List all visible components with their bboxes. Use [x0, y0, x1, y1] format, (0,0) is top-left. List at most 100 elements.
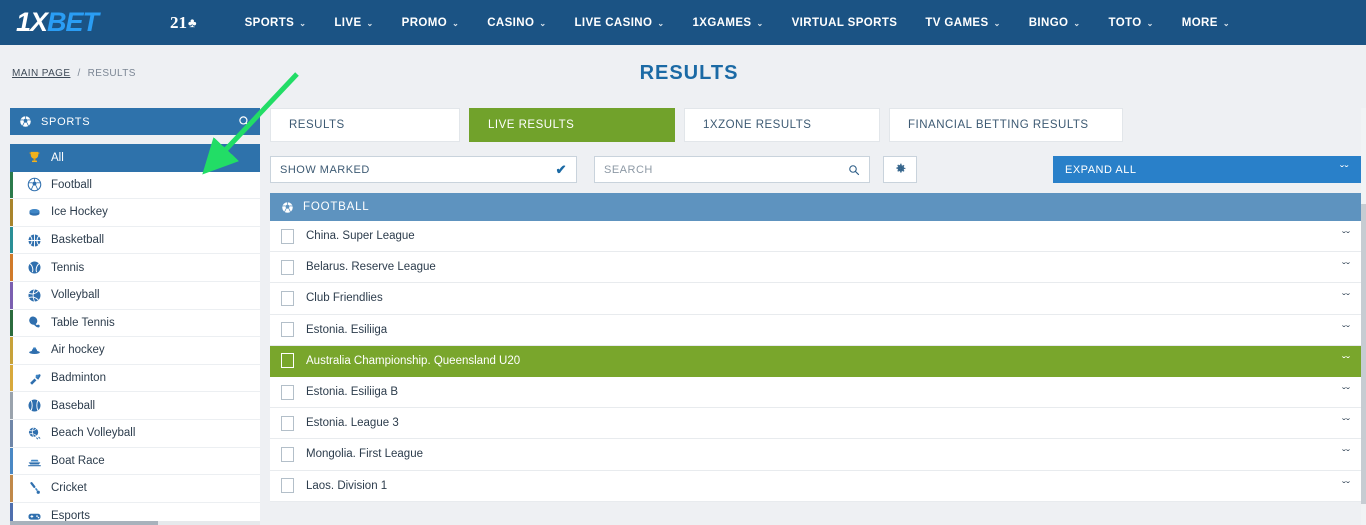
sidebar-item-air-hockey[interactable]: Air hockey	[10, 337, 260, 365]
filter-toolbar: SHOW MARKED ✔ SEARCH EXPAND ALL ˇˇ	[270, 156, 1361, 183]
nav-item-promo[interactable]: PROMO ⌄	[388, 17, 474, 29]
brand-logo[interactable]: 1XBET	[16, 9, 99, 36]
league-row[interactable]: Estonia. Esiliiga B ˇˇ	[270, 376, 1361, 409]
nav-item-tv-games[interactable]: TV GAMES ⌄	[911, 17, 1014, 29]
chevron-double-down-icon[interactable]: ˇˇ	[1342, 323, 1350, 337]
sidebar-item-volleyball[interactable]: Volleyball	[10, 281, 260, 310]
nav-item-virtual-sports[interactable]: VIRTUAL SPORTS	[778, 17, 912, 29]
sidebar-item-football[interactable]: Football	[10, 171, 260, 200]
nav-item-live[interactable]: LIVE ⌄	[320, 17, 387, 29]
league-checkbox[interactable]	[281, 290, 294, 306]
league-row[interactable]: China. Super League ˇˇ	[270, 221, 1361, 253]
sidebar-item-ice-hockey[interactable]: Ice Hockey	[10, 199, 260, 227]
nav-item-casino[interactable]: CASINO ⌄	[473, 17, 560, 29]
breadcrumb-main-page-link[interactable]: MAIN PAGE	[12, 68, 70, 79]
league-checkbox[interactable]	[281, 322, 294, 338]
sidebar-item-color-strip	[10, 199, 13, 226]
nav-item-more[interactable]: MORE ⌄	[1168, 17, 1244, 29]
sidebar-scroll-thumb[interactable]	[10, 521, 158, 525]
nav-item-live-casino[interactable]: LIVE CASINO ⌄	[560, 17, 678, 29]
league-checkbox[interactable]	[281, 446, 294, 462]
sidebar-item-table-tennis[interactable]: Table Tennis	[10, 309, 260, 338]
category-header-football[interactable]: FOOTBALL	[270, 193, 1361, 221]
sidebar-item-tennis[interactable]: Tennis	[10, 254, 260, 282]
sidebar-item-basketball[interactable]: Basketball	[10, 226, 260, 255]
sidebar-horizontal-scrollbar[interactable]	[10, 521, 260, 525]
league-row[interactable]: Laos. Division 1 ˇˇ	[270, 470, 1361, 502]
tab-results[interactable]: RESULTS	[270, 108, 460, 142]
league-checkbox[interactable]	[281, 478, 294, 494]
search-icon[interactable]	[848, 164, 860, 176]
tab-label: 1XZONE RESULTS	[703, 119, 812, 131]
league-label: Estonia. League 3	[306, 417, 399, 430]
tab-1xzone-results[interactable]: 1XZONE RESULTS	[684, 108, 880, 142]
boat-race-icon	[24, 453, 44, 468]
expand-all-button[interactable]: EXPAND ALL ˇˇ	[1053, 156, 1361, 183]
league-list: China. Super League ˇˇ Belarus. Reserve Le…	[270, 221, 1361, 502]
chevron-double-down-icon[interactable]: ˇˇ	[1342, 479, 1350, 493]
nav-item-bingo[interactable]: BINGO ⌄	[1015, 17, 1095, 29]
league-row[interactable]: Mongolia. First League ˇˇ	[270, 439, 1361, 471]
sidebar-item-cricket[interactable]: Cricket	[10, 475, 260, 503]
chevron-double-down-icon[interactable]: ˇˇ	[1342, 385, 1350, 399]
tab-live-results[interactable]: LIVE RESULTS	[469, 108, 675, 142]
search-icon[interactable]	[238, 115, 251, 128]
league-row[interactable]: Australia Championship. Queensland U20 ˇˇ	[270, 345, 1361, 377]
sidebar-item-color-strip	[10, 226, 13, 254]
tab-label: LIVE RESULTS	[488, 119, 575, 131]
nav-item-label: BINGO	[1028, 16, 1069, 29]
chevron-double-down-icon[interactable]: ˇˇ	[1342, 416, 1350, 430]
sidebar-item-beach-volleyball[interactable]: Beach Volleyball	[10, 419, 260, 448]
league-checkbox[interactable]	[281, 415, 294, 431]
nav-item-label: TV GAMES	[925, 16, 989, 29]
sidebar-header[interactable]: SPORTS	[10, 108, 260, 135]
sidebar-item-badminton[interactable]: Badminton	[10, 364, 260, 393]
show-marked-toggle[interactable]: SHOW MARKED ✔	[270, 156, 577, 183]
league-row[interactable]: Estonia. Esiliiga ˇˇ	[270, 314, 1361, 346]
nav-item-1xgames[interactable]: 1XGAMES ⌄	[678, 17, 777, 29]
page-vertical-scrollbar[interactable]	[1361, 108, 1366, 525]
league-checkbox[interactable]	[281, 353, 294, 369]
chevron-double-down-icon[interactable]: ˇˇ	[1342, 260, 1350, 274]
main-content: RESULTS LIVE RESULTS 1XZONE RESULTS FINANCI…	[270, 108, 1361, 502]
nav-item-label: 1XGAMES	[692, 16, 752, 29]
nav-item-toto[interactable]: TOTO ⌄	[1095, 17, 1168, 29]
nav-item-sports[interactable]: SPORTS ⌄	[231, 17, 321, 29]
league-row[interactable]: Belarus. Reserve League ˇˇ	[270, 252, 1361, 284]
show-marked-label: SHOW MARKED	[280, 163, 370, 176]
settings-button[interactable]	[883, 156, 917, 183]
sidebar-item-boat-race[interactable]: Boat Race	[10, 447, 260, 476]
nav-item-label: CASINO	[487, 16, 535, 29]
league-label: Belarus. Reserve League	[306, 261, 436, 274]
sidebar-item-color-strip	[10, 475, 13, 502]
chevron-down-icon: ⌄	[756, 19, 764, 28]
sidebar-item-baseball[interactable]: Baseball	[10, 392, 260, 420]
sidebar-item-label: Football	[51, 178, 92, 191]
league-checkbox[interactable]	[281, 384, 294, 400]
sidebar-header-label: SPORTS	[41, 115, 91, 128]
basketball-icon	[24, 233, 44, 248]
search-input[interactable]: SEARCH	[594, 156, 870, 183]
sidebar-item-all[interactable]: All	[10, 144, 260, 172]
chevron-double-down-icon[interactable]: ˇˇ	[1342, 229, 1350, 243]
league-checkbox[interactable]	[281, 259, 294, 275]
tennis-icon	[24, 260, 44, 275]
chevron-double-down-icon[interactable]: ˇˇ	[1342, 354, 1350, 368]
clover-icon: ♣	[188, 15, 197, 30]
tab-financial-betting-results[interactable]: FINANCIAL BETTING RESULTS	[889, 108, 1123, 142]
sidebar-item-label: Baseball	[51, 399, 96, 412]
league-row[interactable]: Club Friendlies ˇˇ	[270, 283, 1361, 315]
check-icon: ✔	[555, 161, 567, 177]
sidebar-item-label: Badminton	[51, 372, 106, 385]
chevron-down-icon: ⌄	[1073, 19, 1081, 28]
chevron-double-down-icon[interactable]: ˇˇ	[1342, 447, 1350, 461]
chevron-double-down-icon[interactable]: ˇˇ	[1342, 291, 1350, 305]
league-checkbox[interactable]	[281, 228, 294, 244]
chevron-down-icon: ⌄	[299, 19, 307, 28]
page-scroll-thumb[interactable]	[1361, 204, 1366, 504]
sidebar-item-color-strip	[10, 254, 13, 281]
page-title: RESULTS	[639, 62, 739, 84]
category-header-label: FOOTBALL	[303, 201, 370, 213]
badge-21-logo[interactable]: 21 ♣	[170, 13, 197, 33]
league-row[interactable]: Estonia. League 3 ˇˇ	[270, 408, 1361, 440]
